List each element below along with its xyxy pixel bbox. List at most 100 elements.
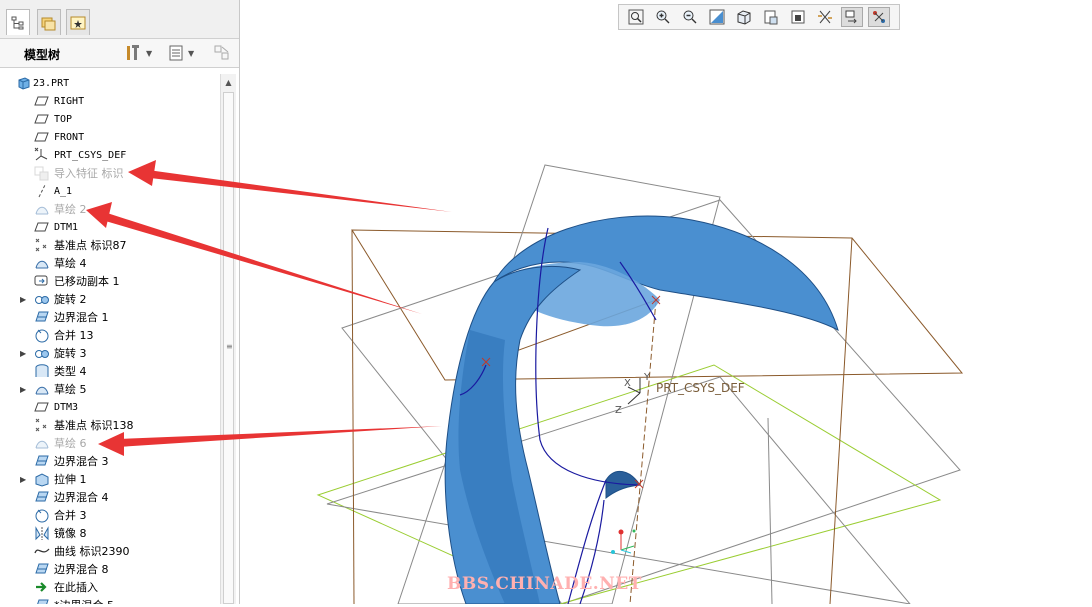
zoom-in-button[interactable] xyxy=(652,7,674,27)
tree-item-label: DTM1 xyxy=(54,221,79,233)
tree-item[interactable]: PRT_CSYS_DEF xyxy=(0,146,220,164)
tree-item[interactable]: 草绘 2 xyxy=(0,200,220,218)
expand-icon[interactable]: ▶ xyxy=(20,295,28,304)
tree-item-label: 合并 3 xyxy=(54,509,87,522)
navigator-tabs xyxy=(0,0,239,38)
view-triad xyxy=(611,529,636,554)
panel-title: 模型树 xyxy=(24,48,61,62)
expand-icon[interactable]: ▶ xyxy=(20,349,28,358)
merge-icon xyxy=(34,327,50,343)
curve-icon xyxy=(34,543,50,559)
settings-button[interactable]: ▼ xyxy=(124,44,152,62)
tree-item[interactable]: 草绘 6 xyxy=(0,434,220,452)
surface-model xyxy=(444,215,839,605)
tree-item[interactable]: 镜像 8 xyxy=(0,524,220,542)
chevron-down-icon: ▼ xyxy=(188,48,195,58)
tree-scrollbar[interactable]: ▲ ≡ xyxy=(220,74,236,604)
view-manager-button[interactable] xyxy=(787,7,809,27)
tab-favorites[interactable] xyxy=(66,9,90,35)
tree-item[interactable]: 已移动副本 1 xyxy=(0,272,220,290)
repaint-button[interactable] xyxy=(706,7,728,27)
datum-point-icon xyxy=(34,237,50,253)
model-view[interactable]: X Y Z PRT_CSYS_DEF xyxy=(241,0,1092,605)
csys-label: PRT_CSYS_DEF xyxy=(656,381,745,395)
spin-center-button[interactable] xyxy=(868,7,890,27)
tree-item-label: 草绘 2 xyxy=(54,203,87,216)
datum-display-button[interactable] xyxy=(814,7,836,27)
boundary-blend-icon xyxy=(34,561,50,577)
expand-icon[interactable]: ▶ xyxy=(20,385,28,394)
tree-item-label: 曲线 标识2390 xyxy=(54,545,130,558)
tree-item[interactable]: A_1 xyxy=(0,182,220,200)
tree-item[interactable]: 合并 13 xyxy=(0,326,220,344)
tab-folder-browser[interactable] xyxy=(37,9,61,35)
tree-item[interactable]: ▶ 拉伸 1 xyxy=(0,470,220,488)
tree-item[interactable]: 基准点 标识87 xyxy=(0,236,220,254)
tree-item-label: DTM3 xyxy=(54,401,79,413)
csys-glyph: X Y Z PRT_CSYS_DEF xyxy=(615,372,745,416)
annotation-display-button[interactable] xyxy=(841,7,863,27)
zoom-in-icon xyxy=(655,9,671,25)
merge-icon xyxy=(34,507,50,523)
chevron-down-icon: ▼ xyxy=(146,48,153,58)
tree-item[interactable]: 23.PRT xyxy=(0,74,220,92)
tree-item-label: FRONT xyxy=(54,131,85,143)
model-tree: 23.PRT RIGHT TOP FRONT PRT_CSYS_DEF 导入特征 标识 A_… xyxy=(0,74,220,604)
tree-item[interactable]: 导入特征 标识 xyxy=(0,164,220,182)
graphics-window[interactable]: X Y Z PRT_CSYS_DEF xyxy=(241,0,1092,605)
tree-item[interactable]: 边界混合 8 xyxy=(0,560,220,578)
scroll-up-icon[interactable]: ▲ xyxy=(221,74,236,90)
tree-item[interactable]: 边界混合 4 xyxy=(0,488,220,506)
tree-item-label: 在此插入 xyxy=(54,581,98,594)
tab-model-tree[interactable] xyxy=(6,9,30,35)
tree-item-label: 导入特征 标识 xyxy=(54,167,124,180)
tree-item[interactable]: DTM3 xyxy=(0,398,220,416)
datum-plane-icon xyxy=(34,93,50,109)
datum-edge xyxy=(829,237,853,605)
tree-item[interactable]: 基准点 标识138 xyxy=(0,416,220,434)
tree-item[interactable]: 曲线 标识2390 xyxy=(0,542,220,560)
tree-item[interactable]: FRONT xyxy=(0,128,220,146)
tree-item-label: 拉伸 1 xyxy=(54,473,87,486)
folder-browser-icon xyxy=(41,17,56,30)
model-tree-header: 模型树 ▼ ▼ xyxy=(0,38,239,68)
tree-item[interactable]: 在此插入 xyxy=(0,578,220,596)
scroll-thumb[interactable]: ≡ xyxy=(223,92,234,604)
refit-button[interactable] xyxy=(625,7,647,27)
zoom-out-button[interactable] xyxy=(679,7,701,27)
datum-display-icon xyxy=(817,9,833,25)
tree-filters-button[interactable] xyxy=(214,44,230,62)
tree-item[interactable]: RIGHT xyxy=(0,92,220,110)
tree-item-label: 23.PRT xyxy=(33,77,70,89)
tree-item[interactable]: 边界混合 1 xyxy=(0,308,220,326)
part-icon xyxy=(16,75,32,91)
tree-item-label: 草绘 4 xyxy=(54,257,87,270)
insert-here-icon xyxy=(34,579,50,595)
tree-item[interactable]: ▶ 草绘 5 xyxy=(0,380,220,398)
datum-edge xyxy=(767,417,773,605)
boundary-blend-icon xyxy=(34,597,50,604)
saved-views-icon xyxy=(763,9,779,25)
extrude-icon xyxy=(34,471,50,487)
datum-plane-icon xyxy=(34,219,50,235)
tree-item-label: 镜像 8 xyxy=(54,527,87,540)
expand-icon[interactable]: ▶ xyxy=(20,475,28,484)
show-button[interactable]: ▼ xyxy=(168,44,194,62)
display-style-button[interactable] xyxy=(733,7,755,27)
view-toolbar xyxy=(618,4,900,30)
tree-item[interactable]: ▶ 旋转 3 xyxy=(0,344,220,362)
tree-item[interactable]: *边界混合 5 xyxy=(0,596,220,604)
datum-point-icon xyxy=(34,417,50,433)
tree-item[interactable]: ▶ 旋转 2 xyxy=(0,290,220,308)
tree-item[interactable]: 边界混合 3 xyxy=(0,452,220,470)
tree-item[interactable]: 草绘 4 xyxy=(0,254,220,272)
tree-item[interactable]: DTM1 xyxy=(0,218,220,236)
tree-item[interactable]: 合并 3 xyxy=(0,506,220,524)
tree-item-label: 基准点 标识87 xyxy=(54,239,127,252)
saved-views-button[interactable] xyxy=(760,7,782,27)
axis-icon xyxy=(34,183,50,199)
grip-icon: ≡ xyxy=(226,342,233,351)
csys-axis-z-label: Z xyxy=(615,405,622,416)
tree-item[interactable]: TOP xyxy=(0,110,220,128)
tree-item[interactable]: 类型 4 xyxy=(0,362,220,380)
